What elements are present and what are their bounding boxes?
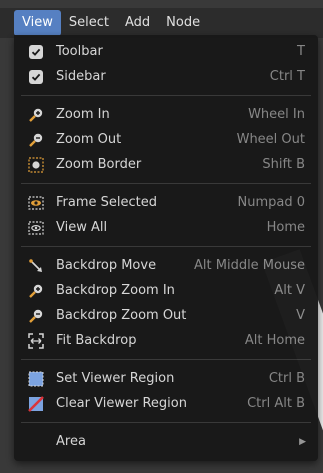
menu-item-label: Zoom In	[56, 107, 110, 122]
menu-item-label: Fit Backdrop	[56, 333, 137, 348]
menu-item-label: View All	[56, 220, 108, 235]
zoom-out-icon	[28, 132, 44, 148]
menu-item-shortcut: Numpad 0	[237, 195, 305, 210]
menu-item-shortcut: Ctrl Alt B	[247, 396, 305, 411]
menu-item-shortcut: Ctrl T	[269, 69, 305, 84]
clear-viewer-region-icon	[28, 395, 44, 412]
menu-separator	[21, 359, 311, 360]
fit-backdrop-icon	[28, 332, 44, 349]
menu-item-zoom-border[interactable]: Zoom Border Shift B	[14, 152, 318, 177]
zoom-out-icon	[28, 308, 44, 324]
menu-item-shortcut: Alt Middle Mouse	[194, 258, 305, 273]
menu-item-shortcut: Alt V	[274, 283, 305, 298]
menu-item-shortcut: Wheel In	[248, 107, 305, 122]
checkbox-checked-icon[interactable]	[28, 44, 44, 60]
empty-icon-slot	[28, 434, 44, 450]
menu-item-backdrop-move[interactable]: Backdrop Move Alt Middle Mouse	[14, 253, 318, 278]
menu-item-shortcut: T	[297, 44, 305, 59]
menu-item-shortcut: Alt Home	[244, 333, 305, 348]
menu-item-view-all[interactable]: View All Home	[14, 215, 318, 240]
menu-item-label: Set Viewer Region	[56, 371, 175, 386]
menu-item-shortcut: Shift B	[262, 157, 305, 172]
backdrop-move-icon	[28, 258, 44, 274]
zoom-border-icon	[28, 156, 44, 173]
menu-separator	[21, 422, 311, 423]
menu-item-label: Backdrop Move	[56, 258, 157, 273]
menu-item-label: Zoom Border	[56, 157, 142, 172]
menu-item-toolbar[interactable]: Toolbar T	[14, 39, 318, 64]
menu-separator	[21, 95, 311, 96]
menu-item-backdrop-zoom-in[interactable]: Backdrop Zoom In Alt V	[14, 278, 318, 303]
menu-item-set-viewer-region[interactable]: Set Viewer Region Ctrl B	[14, 366, 318, 391]
checkbox-checked-icon[interactable]	[28, 69, 44, 85]
menu-item-label: Clear Viewer Region	[56, 396, 187, 411]
menu-separator	[21, 183, 311, 184]
view-all-icon	[28, 220, 44, 236]
menu-item-clear-viewer-region[interactable]: Clear Viewer Region Ctrl Alt B	[14, 391, 318, 416]
menu-item-label: Backdrop Zoom In	[56, 283, 175, 298]
menu-node[interactable]: Node	[158, 10, 208, 36]
editor-menubar: View Select Add Node	[0, 8, 323, 38]
menu-item-shortcut: Home	[266, 220, 305, 235]
zoom-in-icon	[28, 107, 44, 123]
menu-item-frame-selected[interactable]: Frame Selected Numpad 0	[14, 190, 318, 215]
menu-item-label: Frame Selected	[56, 195, 157, 210]
menu-item-shortcut: V	[296, 308, 305, 323]
menu-item-label: Zoom Out	[56, 132, 122, 147]
menu-item-zoom-out[interactable]: Zoom Out Wheel Out	[14, 127, 318, 152]
menu-item-label: Sidebar	[56, 69, 106, 84]
menu-item-fit-backdrop[interactable]: Fit Backdrop Alt Home	[14, 328, 318, 353]
menu-item-label: Backdrop Zoom Out	[56, 308, 187, 323]
menu-item-area[interactable]: Area ▶	[14, 429, 318, 454]
submenu-arrow-icon: ▶	[299, 436, 306, 447]
view-dropdown-menu: Toolbar T Sidebar Ctrl T Zoom In Wheel I…	[14, 35, 318, 461]
menu-item-shortcut: Wheel Out	[236, 132, 305, 147]
menu-item-backdrop-zoom-out[interactable]: Backdrop Zoom Out V	[14, 303, 318, 328]
menu-item-shortcut: Ctrl B	[268, 371, 305, 386]
menu-select[interactable]: Select	[61, 10, 117, 36]
zoom-in-icon	[28, 283, 44, 299]
menu-item-sidebar[interactable]: Sidebar Ctrl T	[14, 64, 318, 89]
menu-separator	[21, 246, 311, 247]
menu-item-label: Toolbar	[56, 44, 103, 59]
set-viewer-region-icon	[28, 371, 44, 387]
menu-view[interactable]: View	[14, 10, 61, 36]
menu-item-zoom-in[interactable]: Zoom In Wheel In	[14, 102, 318, 127]
menu-item-label: Area	[56, 434, 86, 449]
menu-add[interactable]: Add	[117, 10, 158, 36]
frame-selected-icon	[28, 195, 44, 211]
